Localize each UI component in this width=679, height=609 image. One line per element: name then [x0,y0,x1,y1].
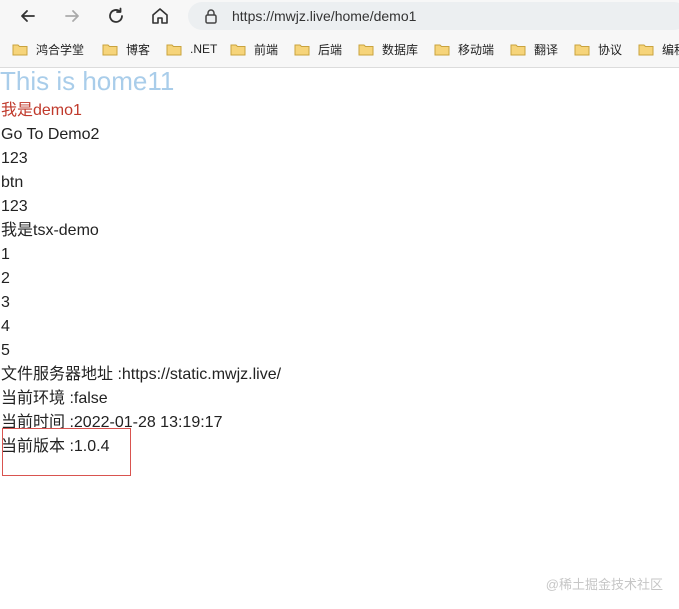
list-item: 4 [1,318,10,335]
demo-heading: 我是demo1 [1,102,82,119]
folder-icon [166,43,182,56]
value-text: 123 [1,150,28,167]
folder-icon [434,43,450,56]
folder-icon [230,43,246,56]
lock-icon [205,9,217,24]
bookmark-label: 鸿合学堂 [36,42,85,57]
bookmark-folder[interactable]: 鸿合学堂 [12,38,84,60]
bookmark-folder[interactable]: 后端 [294,38,342,60]
bookmark-folder[interactable]: 前端 [230,38,278,60]
refresh-icon [109,7,123,23]
annotation-box [2,428,131,476]
btn-button[interactable]: btn [1,172,23,194]
bookmark-folder[interactable]: .NET [166,38,217,60]
bookmark-folder[interactable]: 编程 [638,38,679,60]
folder-icon [12,43,28,56]
folder-icon [510,43,526,56]
bookmarks-bar: 鸿合学堂 博客 .NET 前端 后端 数据库 移动端 翻译 协议 编程 [0,36,679,62]
bookmark-folder[interactable]: 翻译 [510,38,558,60]
bookmark-folder[interactable]: 移动端 [434,38,494,60]
watermark: @稀土掘金技术社区 [545,577,663,592]
home-icon [152,8,168,24]
list-item: 3 [1,294,10,311]
bookmark-folder[interactable]: 数据库 [358,38,418,60]
bookmark-label: .NET [190,42,218,56]
file-server-address: 文件服务器地址 :https://static.mwjz.live/ [1,366,282,383]
back-button[interactable] [14,2,42,30]
page-title: This is home11 [0,66,175,96]
folder-icon [358,43,374,56]
forward-button[interactable] [58,2,86,30]
bookmark-label: 博客 [126,42,151,57]
value-text: 123 [1,198,28,215]
list-item: 1 [1,246,10,263]
go-to-demo2-link[interactable]: Go To Demo2 [1,124,99,146]
browser-chrome: https://mwjz.live/home/demo1 鸿合学堂 博客 .NE… [0,0,679,68]
address-bar[interactable]: https://mwjz.live/home/demo1 [188,2,679,30]
folder-icon [102,43,118,56]
bookmark-label: 协议 [598,42,623,57]
folder-icon [294,43,310,56]
arrow-right-icon [65,10,79,22]
tsx-demo-text: 我是tsx-demo [1,222,99,239]
bookmark-label: 前端 [254,42,279,57]
bookmark-folder[interactable]: 协议 [574,38,622,60]
folder-icon [638,43,654,56]
current-environment: 当前环境 :false [1,390,108,407]
list-item: 5 [1,342,10,359]
home-button[interactable] [146,2,174,30]
list-item: 2 [1,270,10,287]
bookmark-label: 编程 [662,42,679,57]
reload-button[interactable] [102,2,130,30]
navigation-bar: https://mwjz.live/home/demo1 [0,0,679,32]
arrow-left-icon [21,10,35,22]
folder-icon [574,43,590,56]
bookmark-label: 翻译 [534,42,559,57]
bookmark-label: 移动端 [458,42,495,57]
bookmark-label: 后端 [318,42,343,57]
bookmark-label: 数据库 [382,42,419,57]
url-text: https://mwjz.live/home/demo1 [232,8,417,24]
bookmark-folder[interactable]: 博客 [102,38,150,60]
